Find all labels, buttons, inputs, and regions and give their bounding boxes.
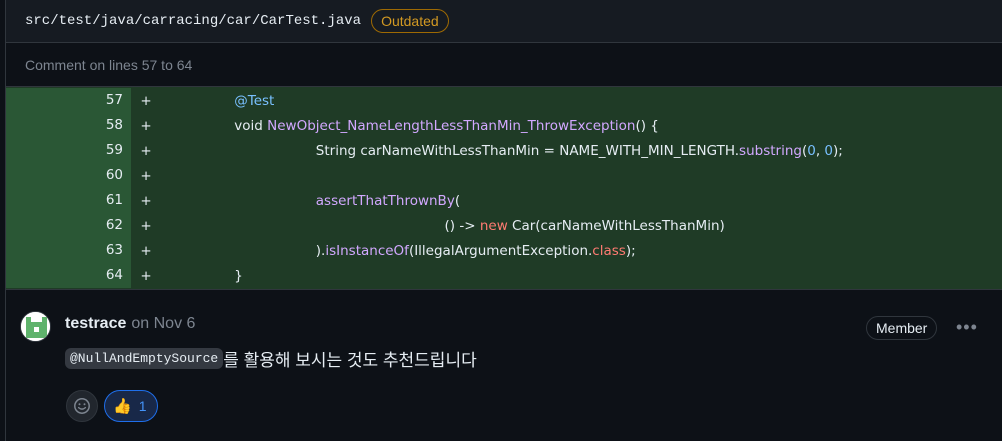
smiley-icon xyxy=(74,398,90,414)
line-number[interactable]: 63 xyxy=(6,238,131,263)
addition-marker: + xyxy=(140,217,152,234)
line-number[interactable]: 62 xyxy=(6,213,131,238)
reactions-bar: 👍 1 xyxy=(66,390,159,422)
review-comment: testrace on Nov 6 Member ••• @NullAndEmp… xyxy=(6,290,1002,438)
author-link[interactable]: testrace xyxy=(65,315,126,333)
review-thread-card: src/test/java/carracing/car/CarTest.java… xyxy=(5,0,1002,441)
diff-line: 60 + xyxy=(6,163,1002,188)
inline-code: @NullAndEmptySource xyxy=(65,348,224,369)
comment-body: @NullAndEmptySource 를 활용해 보시는 것도 추천드립니다 xyxy=(65,346,477,371)
identicon-icon xyxy=(21,312,50,341)
code-text: () -> new Car(carNameWithLessThanMin) xyxy=(444,217,725,234)
addition-marker: + xyxy=(140,167,152,184)
line-number[interactable]: 60 xyxy=(6,163,131,188)
outdated-badge: Outdated xyxy=(371,9,449,33)
code-text: ).isInstanceOf(IllegalArgumentException.… xyxy=(315,242,636,259)
addition-marker: + xyxy=(140,267,152,284)
comment-text: 를 활용해 보시는 것도 추천드립니다 xyxy=(223,351,477,370)
diff-line: 58 + void NewObject_NameLengthLessThanMi… xyxy=(6,113,1002,138)
diff-code-block: 57 + @Test 58 + void NewObject_NameLengt… xyxy=(6,87,1002,290)
code-text: @Test xyxy=(234,92,275,109)
code-text: assertThatThrownBy( xyxy=(315,192,461,209)
addition-marker: + xyxy=(140,242,152,259)
diff-line: 61 + assertThatThrownBy( xyxy=(6,188,1002,213)
code-text: void NewObject_NameLengthLessThanMin_Thr… xyxy=(234,117,659,134)
code-text: } xyxy=(234,267,243,284)
addition-marker: + xyxy=(140,142,152,159)
thumbs-up-icon: 👍 xyxy=(113,398,132,415)
addition-marker: + xyxy=(140,92,152,109)
addition-marker: + xyxy=(140,117,152,134)
kebab-horizontal-icon[interactable]: ••• xyxy=(956,317,978,338)
line-number[interactable]: 61 xyxy=(6,188,131,213)
diff-line: 62 + () -> new Car(carNameWithLessThanMi… xyxy=(6,213,1002,238)
comment-timestamp[interactable]: on Nov 6 xyxy=(131,315,195,333)
file-path-link[interactable]: src/test/java/carracing/car/CarTest.java xyxy=(25,13,361,29)
file-header: src/test/java/carracing/car/CarTest.java… xyxy=(6,0,1002,43)
thumbs-up-reaction-button[interactable]: 👍 1 xyxy=(104,390,159,422)
code-text: String carNameWithLessThanMin = NAME_WIT… xyxy=(315,142,843,159)
line-number[interactable]: 64 xyxy=(6,263,131,288)
reaction-count: 1 xyxy=(138,398,147,414)
avatar[interactable] xyxy=(20,311,51,342)
line-number[interactable]: 59 xyxy=(6,138,131,163)
addition-marker: + xyxy=(140,192,152,209)
line-number[interactable]: 58 xyxy=(6,113,131,138)
diff-line: 59 + String carNameWithLessThanMin = NAM… xyxy=(6,138,1002,163)
member-badge: Member xyxy=(866,316,938,340)
diff-line: 64 + } xyxy=(6,263,1002,288)
comment-header: testrace on Nov 6 xyxy=(65,315,195,333)
line-number[interactable]: 57 xyxy=(6,88,131,113)
diff-line: 63 + ).isInstanceOf(IllegalArgumentExcep… xyxy=(6,238,1002,263)
comment-range-label: Comment on lines 57 to 64 xyxy=(6,43,1002,87)
add-reaction-button[interactable] xyxy=(66,390,98,422)
diff-line: 57 + @Test xyxy=(6,88,1002,113)
